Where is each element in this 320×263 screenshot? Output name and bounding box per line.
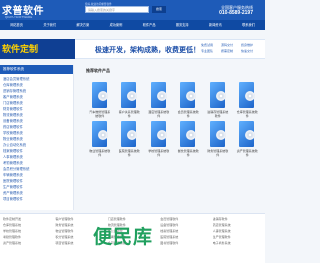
product-card[interactable]: 汽车维修管理系统软件 [86,81,114,118]
product-card[interactable]: 财务管理系统软件 [204,120,232,157]
software-box-icon [149,81,169,109]
section-title: 推荐软件产品 [86,68,110,73]
badge: 专业团队 [201,49,214,53]
badge: 免费试用 [201,43,214,47]
banner-right: 极速开发，架构成熟，收费更低！ 免费试用 源码交付 终身维护 专业团队 按需定制… [75,39,265,59]
sidebar-title: 推荐软件系统 [0,65,73,74]
footer-link[interactable]: 药店管理系统 [213,223,262,228]
software-box-icon [90,81,110,109]
product-grid: 汽车维修管理系统软件 客户关系管理软件 酒店管理系统软件 会员管理系统软件 进销… [86,81,261,157]
nav-item[interactable]: 成功案例 [99,20,132,30]
main-nav: 网站首页 关于我们 解决方案 成功案例 软件产品 服务支持 新闻资讯 联系我们 [0,20,265,30]
product-name: 客户关系管理软件 [118,110,140,118]
search-button[interactable]: 搜索 [152,6,166,13]
software-box-icon [208,120,228,148]
product-name: 资产管理系统软件 [236,149,258,157]
product-name: 餐饮管理系统软件 [177,149,199,157]
top-header: 求普软件 QIUPU SOFTWARE 您好,欢迎访问求普软件 请输入搜索的关键… [0,0,265,20]
software-box-icon [237,120,257,148]
footer-link[interactable]: 会员管理软件 [160,217,209,222]
footer-link[interactable]: 仓库管理系统 [3,223,52,228]
footer-link[interactable]: 考勤管理软件 [3,235,52,240]
software-box-icon [90,120,110,148]
sidebar: 推荐软件系统 酒店会员管理系统 仓库管理系统 进销存管理系统 客户管理系统 门店… [0,65,74,210]
product-name: 会员管理系统软件 [177,110,199,118]
footer-link[interactable]: 学校管理系统 [3,229,52,234]
logo-subtitle: QIUPU SOFTWARE [5,15,33,19]
product-card[interactable]: 酒店管理系统软件 [145,81,173,118]
software-box-icon [178,120,198,148]
product-card[interactable]: 仓库管理系统软件 [234,81,262,118]
main-content: 推荐软件产品 汽车维修管理系统软件 客户关系管理软件 酒店管理系统软件 会员管理… [78,65,265,210]
badge: 按需定制 [221,49,234,53]
software-box-icon [178,81,198,109]
software-box-icon [119,81,139,109]
nav-item[interactable]: 关于我们 [33,20,66,30]
software-box-icon [208,81,228,109]
software-box-icon [119,120,139,148]
nav-item[interactable]: 软件产品 [133,20,166,30]
footer-link[interactable]: 资产管理系统 [3,241,52,246]
product-name: 物业管理系统软件 [89,149,111,157]
banner-badges: 免费试用 源码交付 终身维护 专业团队 按需定制 快速交付 [201,43,261,53]
product-name: 学校管理系统软件 [148,149,170,157]
footer-link[interactable]: 图书管理软件 [160,241,209,246]
footer-link[interactable]: 医院管理系统 [160,235,209,240]
footer-link[interactable]: 生产管理软件 [213,235,262,240]
footer-link[interactable]: 软件定制开发 [3,217,52,222]
footer-link[interactable]: 人事管理系统 [213,229,262,234]
hotline-number: 010-8589-2197 [219,10,253,16]
nav-item[interactable]: 解决方案 [66,20,99,30]
badge: 快速交付 [241,49,254,53]
product-name: 医院管理系统软件 [118,149,140,157]
banner-left: 软件定制 [0,39,75,59]
nav-item[interactable]: 联系我们 [232,20,265,30]
badge: 终身维护 [241,43,254,47]
product-card[interactable]: 物业管理系统软件 [86,120,114,157]
banner-slogan: 极速开发，架构成熟，收费更低！ [95,47,200,54]
software-box-icon [149,120,169,148]
product-card[interactable]: 客户关系管理软件 [116,81,144,118]
product-card[interactable]: 学校管理系统软件 [145,120,173,157]
nav-item[interactable]: 网站首页 [0,20,33,30]
product-card[interactable]: 资产管理系统软件 [234,120,262,157]
badge: 源码交付 [221,43,234,47]
product-card[interactable]: 餐饮管理系统软件 [175,120,203,157]
product-card[interactable]: 进销存管理系统软件 [204,81,232,118]
footer-link[interactable]: 设备管理软件 [160,223,209,228]
footer-link[interactable]: 进销存软件 [213,217,262,222]
product-card[interactable]: 医院管理系统软件 [116,120,144,157]
product-name: 仓库管理系统软件 [236,110,258,118]
nav-item[interactable]: 服务支持 [166,20,199,30]
footer-link[interactable]: 档案管理系统 [160,229,209,234]
nav-item[interactable]: 新闻资讯 [199,20,232,30]
footer-link[interactable]: 电子商务系统 [213,241,262,246]
product-name: 进销存管理系统软件 [207,110,229,118]
product-name: 酒店管理系统软件 [148,110,170,118]
watermark: 便民库 [93,227,154,248]
product-name: 财务管理系统软件 [207,149,229,157]
sidebar-item[interactable]: 项目管理软件 [3,196,70,202]
product-name: 汽车维修管理系统软件 [89,110,111,118]
software-box-icon [237,81,257,109]
sidebar-list: 酒店会员管理系统 仓库管理系统 进销存管理系统 客户管理系统 门店管理系统 财务… [0,74,73,204]
search-input[interactable]: 请输入搜索的关键字 [85,6,149,13]
product-card[interactable]: 会员管理系统软件 [175,81,203,118]
